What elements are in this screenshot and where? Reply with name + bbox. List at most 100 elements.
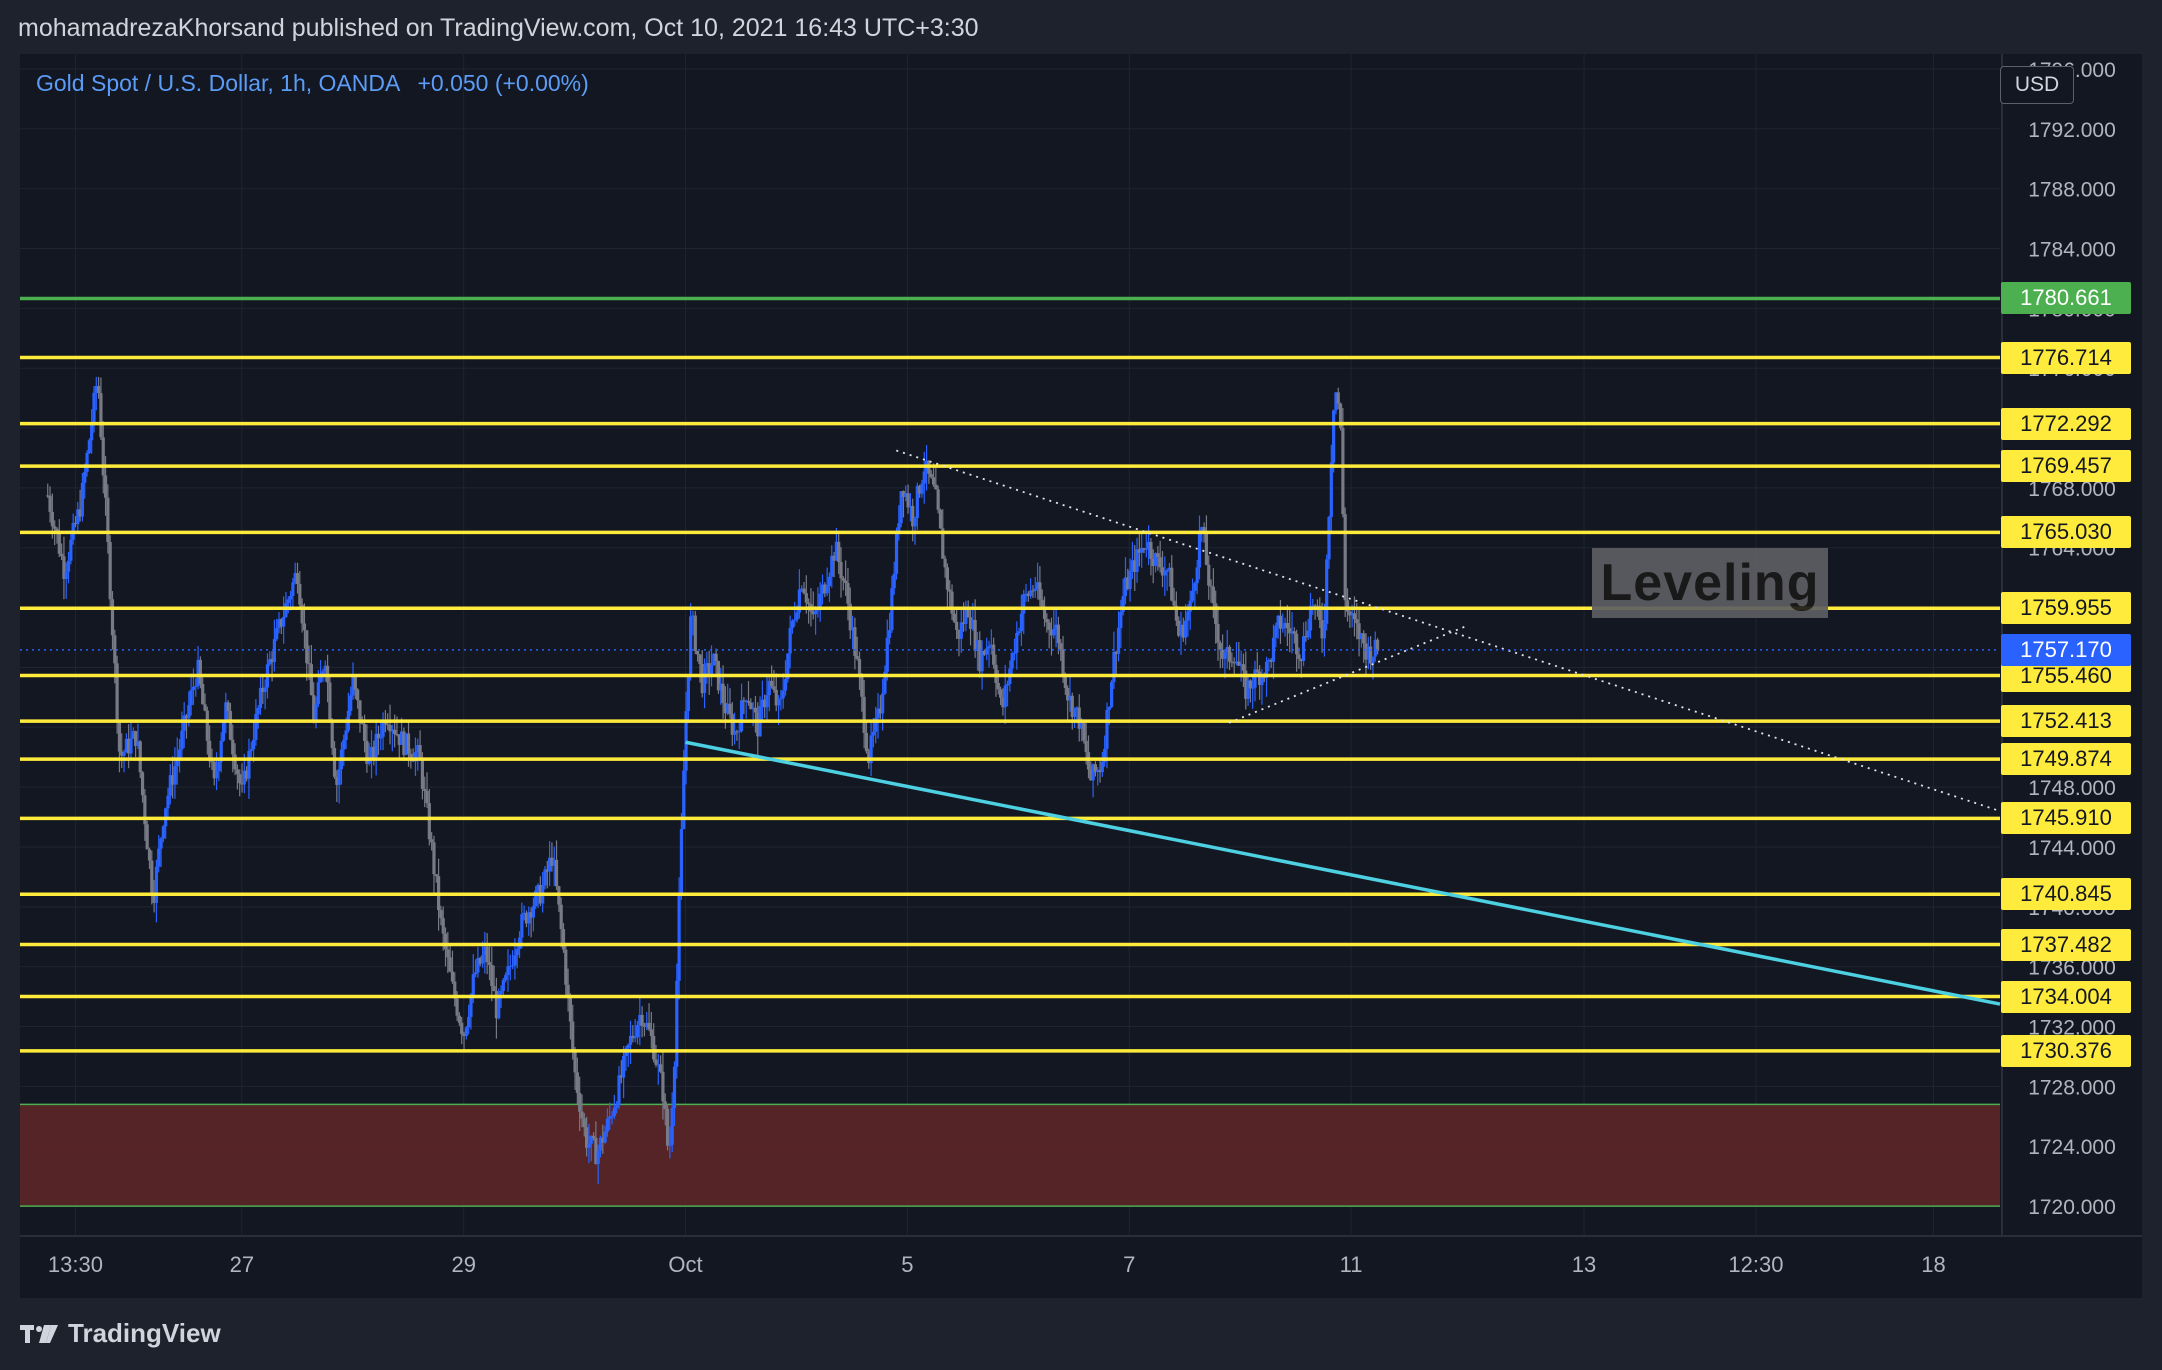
candle-body	[945, 567, 949, 590]
candle-body	[934, 484, 938, 490]
candle-body	[721, 683, 725, 704]
candle-body	[1186, 611, 1190, 621]
footer-brand[interactable]: TradingView	[20, 1318, 221, 1349]
candle-body	[841, 578, 845, 581]
candle-body	[60, 553, 64, 557]
y-tick-label: 1720.000	[2028, 1196, 2116, 1219]
candle-body	[161, 826, 165, 839]
candle-body	[1047, 622, 1051, 630]
candle-body	[1100, 761, 1104, 773]
candle-body	[1119, 611, 1123, 628]
candle-body	[298, 583, 302, 605]
level-price-badge: 1745.910	[2001, 802, 2131, 835]
candle-body	[1156, 553, 1160, 558]
candle-body	[1110, 682, 1114, 707]
symbol-name: Gold Spot / U.S. Dollar, 1h, OANDA	[36, 70, 400, 96]
candle-body	[603, 1131, 607, 1143]
candle-body	[571, 1021, 575, 1051]
symbol-legend: Gold Spot / U.S. Dollar, 1h, OANDA +0.05…	[36, 70, 589, 97]
candle-body	[746, 700, 751, 703]
candle-body	[101, 437, 105, 476]
candle-body	[291, 582, 295, 596]
candle-body	[612, 1107, 616, 1117]
candle-body	[1209, 585, 1213, 587]
candle-body	[714, 653, 718, 662]
candle-body	[490, 965, 494, 987]
candle-body	[83, 471, 87, 483]
chart-pane[interactable]: 1720.000 1724.000 1728.000 1732.000 1736.000…	[20, 54, 2142, 1298]
candle-body	[362, 723, 367, 741]
candle-body	[406, 733, 411, 755]
candle-body	[85, 453, 89, 472]
candle-body	[1052, 628, 1056, 636]
candle-body	[231, 739, 235, 755]
candle-body	[501, 980, 505, 992]
candle-body	[955, 621, 959, 630]
candle-body	[580, 1111, 584, 1119]
candle-body	[686, 676, 690, 712]
candle-body	[1012, 652, 1017, 654]
candle-body	[844, 580, 848, 584]
level-price-badge: 1730.376	[2001, 1034, 2131, 1067]
candle-body	[966, 609, 970, 618]
currency-button[interactable]: USD	[2000, 66, 2074, 104]
candle-body	[1184, 620, 1188, 638]
candle-body	[987, 646, 991, 649]
candle-body	[510, 965, 515, 967]
candle-body	[386, 724, 390, 726]
candle-body	[344, 730, 348, 740]
candle-body	[90, 423, 94, 441]
candle-body	[654, 1059, 658, 1065]
candle-body	[418, 745, 422, 759]
candle-body	[1056, 624, 1061, 644]
candle-body	[159, 838, 163, 849]
level-price-badge: 1734.004	[2001, 980, 2131, 1013]
time-axis	[20, 1236, 2142, 1298]
candle-body	[1241, 664, 1246, 671]
candle-body	[332, 747, 337, 777]
candle-body	[328, 682, 332, 722]
x-tick-label: Oct	[668, 1252, 702, 1277]
candle-body	[779, 698, 783, 700]
candle-body	[1005, 684, 1010, 686]
candle-body	[1107, 706, 1111, 710]
candle-body	[129, 738, 133, 754]
candle-body	[1295, 633, 1299, 655]
candle-body	[582, 1118, 586, 1128]
candle-body	[150, 860, 154, 896]
candle-body	[457, 1015, 462, 1023]
candle-body	[1063, 675, 1067, 689]
candle-body	[950, 591, 954, 614]
candle-body	[554, 859, 559, 887]
candle-body	[938, 509, 943, 529]
candle-body	[434, 874, 438, 877]
y-tick-label: 1788.000	[2028, 179, 2116, 202]
candle-body	[647, 1022, 651, 1030]
candle-body	[295, 572, 300, 584]
candle-body	[615, 1105, 619, 1108]
candle-body	[201, 684, 205, 705]
candle-body	[420, 758, 425, 789]
candle-body	[439, 910, 443, 919]
candle-body	[596, 1150, 600, 1165]
symbol-change: +0.050 (+0.00%)	[417, 70, 589, 96]
candle-body	[1165, 570, 1169, 572]
candle-body	[1195, 567, 1199, 584]
candle-body	[485, 946, 489, 963]
candle-body	[825, 585, 829, 594]
candle-body	[894, 531, 899, 574]
candle-body	[728, 703, 732, 715]
y-tick-label: 1784.000	[2028, 239, 2116, 262]
level-price-badge: 1740.845	[2001, 878, 2131, 911]
candlestick-chart[interactable]: 1720.0001724.0001728.0001732.0001736.000…	[20, 54, 2142, 1298]
candle-body	[1336, 392, 1340, 404]
candle-body	[807, 602, 811, 605]
candle-body	[499, 991, 503, 995]
candle-body	[1251, 687, 1255, 689]
leveling-annotation[interactable]: Leveling	[1592, 548, 1828, 618]
candle-body	[813, 610, 818, 615]
candle-body	[659, 1064, 663, 1072]
candle-body	[1216, 623, 1220, 643]
candle-body	[702, 666, 707, 694]
candle-body	[450, 971, 455, 982]
